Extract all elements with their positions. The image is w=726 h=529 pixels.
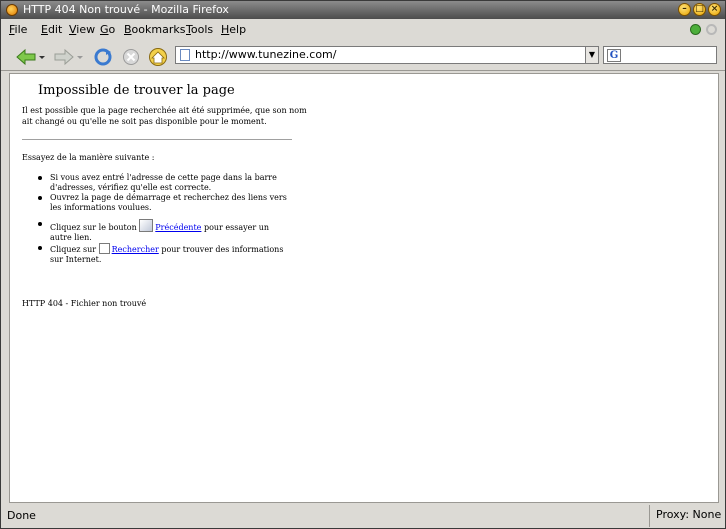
back-dropdown-icon[interactable]	[38, 47, 46, 67]
try-label: Essayez de la manière suivante :	[22, 153, 155, 162]
home-icon[interactable]	[147, 47, 169, 67]
page-content: Impossible de trouver la page Il est pos…	[9, 73, 719, 503]
menu-help[interactable]: Help	[221, 23, 246, 36]
list-item-text: Ouvrez la page de démarrage et recherche…	[50, 193, 287, 212]
throbber-spinner-icon	[706, 24, 717, 35]
back-link[interactable]: Précédente	[155, 223, 201, 232]
intro-text: Il est possible que la page recherchée a…	[22, 106, 307, 126]
forward-arrow-icon[interactable]	[53, 47, 75, 67]
address-url[interactable]: http://www.tunezine.com/	[195, 47, 336, 63]
title-bar: HTTP 404 Non trouvé - Mozilla Firefox – …	[1, 1, 725, 19]
stop-icon[interactable]	[121, 47, 141, 67]
status-text: Done	[7, 509, 36, 522]
bullet-icon	[38, 222, 42, 226]
browser-window: HTTP 404 Non trouvé - Mozilla Firefox – …	[0, 0, 726, 529]
reload-icon[interactable]	[92, 47, 114, 67]
minimize-button[interactable]: –	[678, 3, 691, 16]
window-menu-icon[interactable]	[6, 4, 18, 16]
menu-file[interactable]: File	[9, 23, 27, 36]
maximize-button[interactable]: □	[693, 3, 706, 16]
search-bar[interactable]: G	[603, 46, 717, 64]
list-item: Cliquez sur le bouton Précédente pour es…	[38, 219, 293, 243]
menu-edit[interactable]: Edit	[41, 23, 62, 36]
list-item: Ouvrez la page de démarrage et recherche…	[38, 193, 293, 213]
list-item: Si vous avez entré l'adresse de cette pa…	[38, 173, 293, 193]
status-bar: Done Proxy: None	[1, 504, 725, 528]
menu-bar: File Edit View Go Bookmarks Tools Help	[1, 19, 725, 41]
address-bar[interactable]: http://www.tunezine.com/ ▼	[175, 46, 599, 64]
address-dropdown-icon[interactable]: ▼	[585, 47, 598, 63]
menu-go[interactable]: Go	[100, 23, 115, 36]
close-button[interactable]: ×	[708, 3, 721, 16]
back-button-image-icon	[139, 219, 154, 232]
menu-bookmarks[interactable]: Bookmarks	[124, 23, 185, 36]
bullet-icon	[38, 196, 42, 200]
error-code-text: HTTP 404 - Fichier non trouvé	[22, 299, 147, 308]
search-link[interactable]: Rechercher	[112, 245, 159, 254]
bullet-icon	[38, 176, 42, 180]
list-item: Cliquez sur Rechercher pour trouver des …	[38, 243, 293, 265]
page-icon	[180, 49, 190, 61]
proxy-status[interactable]: Proxy: None	[649, 505, 725, 527]
search-button-image-icon	[98, 243, 110, 254]
page-heading: Impossible de trouver la page	[38, 83, 235, 98]
list-item-text: Si vous avez entré l'adresse de cette pa…	[50, 173, 277, 192]
divider	[22, 139, 292, 140]
suggestion-list: Si vous avez entré l'adresse de cette pa…	[38, 173, 293, 265]
forward-dropdown-icon[interactable]	[76, 47, 84, 67]
list-item-text: Cliquez sur	[50, 245, 97, 254]
back-arrow-icon[interactable]	[15, 47, 37, 67]
throbber-green-icon	[690, 24, 701, 35]
list-item-text: Cliquez sur le bouton	[50, 223, 137, 232]
window-title: HTTP 404 Non trouvé - Mozilla Firefox	[23, 3, 229, 16]
search-engine-icon[interactable]: G	[607, 49, 621, 62]
menu-tools[interactable]: Tools	[186, 23, 213, 36]
menu-view[interactable]: View	[69, 23, 95, 36]
bullet-icon	[38, 246, 42, 250]
